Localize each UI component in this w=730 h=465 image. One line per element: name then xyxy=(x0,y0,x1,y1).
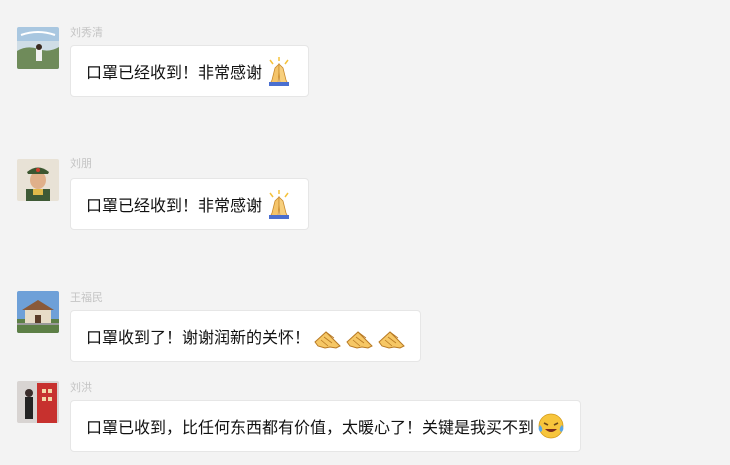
pointing-hand-icon xyxy=(376,321,406,351)
avatar-landscape-icon xyxy=(17,27,59,69)
sender-name: 刘朋 xyxy=(70,158,92,170)
message-bubble[interactable]: 口罩收到了！谢谢润新的关怀！ xyxy=(70,310,422,362)
message-bubble[interactable]: 口罩已经收到！非常感谢 xyxy=(70,45,310,97)
message-bubble[interactable]: 口罩已收到，比任何东西都有价值，太暖心了！关键是我买不到 xyxy=(70,400,582,452)
message-text: 口罩已经收到！非常感谢 xyxy=(86,196,263,215)
sender-name: 刘洪 xyxy=(70,382,92,394)
avatar-soldier-icon xyxy=(17,159,59,201)
message-text: 口罩已经收到！非常感谢 xyxy=(86,63,263,82)
crying-laughing-face-icon xyxy=(536,411,566,441)
avatar[interactable] xyxy=(17,381,59,423)
pointing-hand-icon xyxy=(312,321,342,351)
avatar-red-door-icon xyxy=(17,381,59,423)
avatar-house-icon xyxy=(17,291,59,333)
avatar[interactable] xyxy=(17,27,59,69)
avatar[interactable] xyxy=(17,291,59,333)
sender-name: 王福民 xyxy=(70,292,103,304)
message-text: 口罩已收到，比任何东西都有价值，太暖心了！关键是我买不到 xyxy=(86,418,535,437)
avatar[interactable] xyxy=(17,159,59,201)
message-bubble[interactable]: 口罩已经收到！非常感谢 xyxy=(70,178,310,230)
sender-name: 刘秀清 xyxy=(70,27,103,39)
message-text: 口罩收到了！谢谢润新的关怀！ xyxy=(86,328,311,347)
folded-hands-icon xyxy=(264,56,294,86)
chat-history: 刘秀清 口罩已经收到！非常感谢 刘朋 口罩已经收到！非常感谢 王福民 口罩收到了… xyxy=(0,0,730,465)
pointing-hand-icon xyxy=(344,321,374,351)
folded-hands-icon xyxy=(264,189,294,219)
